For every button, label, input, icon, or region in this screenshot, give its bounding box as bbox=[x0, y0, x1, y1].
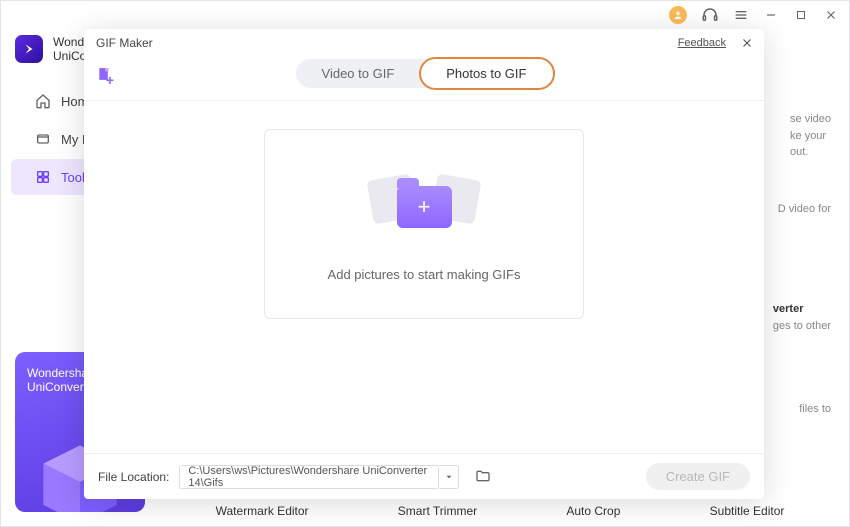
mode-tabs: Video to GIF Photos to GIF bbox=[296, 59, 553, 88]
feedback-link[interactable]: Feedback bbox=[678, 37, 726, 49]
tools-icon bbox=[35, 169, 51, 185]
peek-text-2: D video for bbox=[778, 201, 831, 218]
peek-text-4: files to bbox=[799, 401, 831, 418]
support-icon[interactable] bbox=[701, 6, 719, 24]
gif-maker-modal: GIF Maker Feedback + Video to GIF Photos… bbox=[84, 29, 764, 499]
tab-photos-to-gif[interactable]: Photos to GIF bbox=[420, 59, 552, 88]
user-avatar[interactable] bbox=[669, 6, 687, 24]
category-trimmer[interactable]: Smart Trimmer bbox=[398, 504, 477, 518]
category-watermark[interactable]: Watermark Editor bbox=[216, 504, 309, 518]
peek-text-1: se videoke yourout. bbox=[790, 111, 831, 161]
dropzone-folder-icon: + bbox=[364, 167, 484, 247]
home-icon bbox=[35, 93, 51, 109]
create-gif-button: Create GIF bbox=[646, 463, 750, 490]
open-folder-icon[interactable] bbox=[475, 468, 493, 486]
minimize-button[interactable] bbox=[763, 7, 779, 23]
app-brand: Wonde UniCon bbox=[15, 35, 93, 64]
app-logo-icon bbox=[15, 35, 43, 63]
category-subtitle[interactable]: Subtitle Editor bbox=[710, 504, 785, 518]
tool-categories: Watermark Editor Smart Trimmer Auto Crop… bbox=[171, 504, 829, 518]
dropzone-text: Add pictures to start making GIFs bbox=[328, 267, 521, 282]
close-window-button[interactable] bbox=[823, 7, 839, 23]
close-icon[interactable] bbox=[740, 36, 754, 50]
modal-title: GIF Maker bbox=[96, 36, 153, 50]
maximize-button[interactable] bbox=[793, 7, 809, 23]
peek-text-3: verterges to other bbox=[773, 301, 831, 334]
window-titlebar bbox=[1, 1, 849, 29]
file-location-label: File Location: bbox=[98, 470, 169, 484]
tab-video-to-gif[interactable]: Video to GIF bbox=[296, 59, 421, 88]
files-icon bbox=[35, 131, 51, 147]
file-location-input[interactable]: C:\Users\ws\Pictures\Wondershare UniConv… bbox=[179, 465, 439, 489]
file-location-dropdown[interactable] bbox=[439, 465, 459, 489]
category-autocrop[interactable]: Auto Crop bbox=[566, 504, 620, 518]
menu-icon[interactable] bbox=[733, 7, 749, 23]
add-file-icon[interactable]: + bbox=[96, 62, 120, 86]
dropzone[interactable]: + Add pictures to start making GIFs bbox=[264, 129, 584, 319]
